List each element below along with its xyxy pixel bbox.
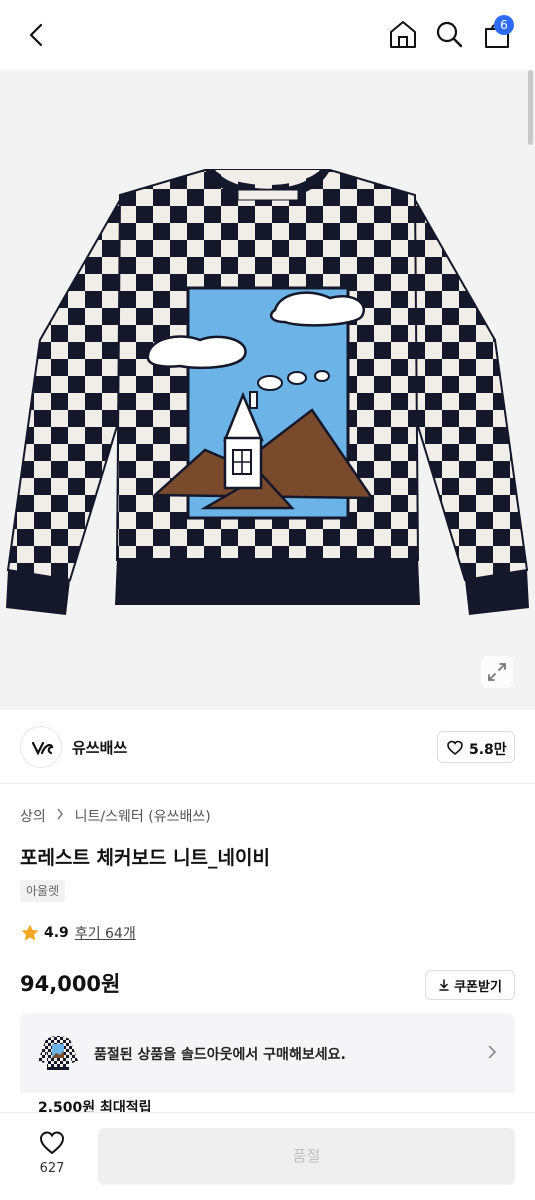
breadcrumb-subcategory[interactable]: 니트/스웨터 (유쓰배쓰) <box>75 806 211 826</box>
breadcrumb-category[interactable]: 상의 <box>20 806 46 826</box>
coupon-button[interactable]: 쿠폰받기 <box>425 970 515 1000</box>
download-icon <box>439 979 449 991</box>
wishlist-count: 627 <box>39 1161 65 1176</box>
sweater-illustration <box>6 169 529 615</box>
brand-logo[interactable] <box>20 726 62 768</box>
soldout-banner[interactable]: 품절된 상품을 솔드아웃에서 구매해보세요. <box>20 1013 515 1093</box>
buy-button-soldout[interactable]: 품절 <box>98 1128 515 1185</box>
expand-image-icon[interactable] <box>481 656 513 688</box>
review-count-link[interactable]: 후기 64개 <box>75 923 136 943</box>
product-image[interactable] <box>0 70 535 710</box>
outlet-tag: 아울렛 <box>20 880 66 902</box>
product-title: 포레스트 체커보드 니트_네이비 <box>20 847 270 869</box>
rating-row: 4.9 후기 64개 <box>20 922 136 944</box>
brand-row: 유쓰배쓰 5.8만 <box>0 710 535 784</box>
page-scrollbar[interactable] <box>528 70 533 145</box>
back-icon[interactable] <box>22 20 52 50</box>
cart-count-badge: 6 <box>494 15 514 35</box>
top-navigation-bar: 6 <box>0 0 535 70</box>
breadcrumb: 상의 니트/스웨터 (유쓰배쓰) <box>20 806 211 826</box>
search-icon[interactable] <box>432 17 466 51</box>
star-icon <box>21 924 39 941</box>
soldout-thumbnail <box>36 1031 80 1075</box>
home-icon[interactable] <box>386 17 420 51</box>
brand-like-count: 5.8만 <box>469 742 507 758</box>
brand-like-button[interactable]: 5.8만 <box>437 731 515 763</box>
soldout-message: 품절된 상품을 솔드아웃에서 구매해보세요. <box>94 1047 346 1063</box>
coupon-label: 쿠폰받기 <box>454 979 502 995</box>
brand-name[interactable]: 유쓰배쓰 <box>72 737 127 758</box>
heart-icon <box>39 1131 65 1155</box>
heart-icon <box>447 740 463 756</box>
chevron-right-icon <box>56 808 64 824</box>
chevron-right-icon <box>487 1044 497 1064</box>
rating-score: 4.9 <box>44 925 69 941</box>
wishlist-button[interactable]: 627 <box>22 1129 82 1189</box>
product-price: 94,000원 <box>20 972 121 996</box>
bottom-action-bar: 627 품절 <box>0 1112 535 1200</box>
